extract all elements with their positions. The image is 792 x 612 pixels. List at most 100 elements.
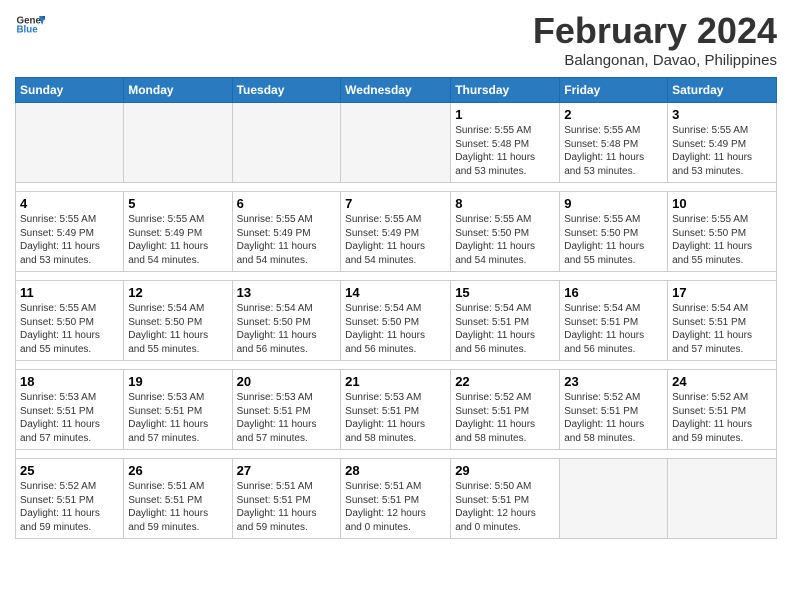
weekday-header-wednesday: Wednesday [341, 78, 451, 103]
day-info: Sunrise: 5:53 AMSunset: 5:51 PMDaylight:… [345, 391, 446, 445]
week-separator [16, 272, 777, 281]
calendar-cell: 3 Sunrise: 5:55 AMSunset: 5:49 PMDaylight… [668, 103, 777, 183]
day-info: Sunrise: 5:51 AMSunset: 5:51 PMDaylight:… [128, 480, 227, 534]
logo: General Blue [15, 10, 45, 40]
weekday-header-thursday: Thursday [451, 78, 560, 103]
day-info: Sunrise: 5:50 AMSunset: 5:51 PMDaylight:… [455, 480, 555, 534]
day-info: Sunrise: 5:55 AMSunset: 5:49 PMDaylight:… [128, 213, 227, 267]
calendar-cell [232, 103, 341, 183]
day-info: Sunrise: 5:51 AMSunset: 5:51 PMDaylight:… [237, 480, 337, 534]
day-info: Sunrise: 5:55 AMSunset: 5:49 PMDaylight:… [237, 213, 337, 267]
day-info: Sunrise: 5:55 AMSunset: 5:49 PMDaylight:… [20, 213, 119, 267]
day-number: 4 [20, 196, 119, 211]
day-number: 11 [20, 285, 119, 300]
calendar-cell: 19Sunrise: 5:53 AMSunset: 5:51 PMDayligh… [124, 370, 232, 450]
day-number: 13 [237, 285, 337, 300]
day-info: Sunrise: 5:54 AMSunset: 5:50 PMDaylight:… [128, 302, 227, 356]
day-number: 14 [345, 285, 446, 300]
month-title: February 2024 [533, 10, 777, 52]
day-number: 16 [564, 285, 663, 300]
page-header: General Blue February 2024 Balangonan, D… [15, 10, 777, 69]
calendar-cell: 23Sunrise: 5:52 AMSunset: 5:51 PMDayligh… [560, 370, 668, 450]
weekday-header-tuesday: Tuesday [232, 78, 341, 103]
day-info: Sunrise: 5:52 AMSunset: 5:51 PMDaylight:… [20, 480, 119, 534]
calendar-week-row: 18 Sunrise: 5:53 AMSunset: 5:51 PMDayligh… [16, 370, 777, 450]
day-info: Sunrise: 5:53 AMSunset: 5:51 PMDaylight:… [20, 391, 119, 445]
calendar-cell: 22 Sunrise: 5:52 AMSunset: 5:51 PMDayligh… [451, 370, 560, 450]
day-info: Sunrise: 5:55 AMSunset: 5:49 PMDaylight:… [345, 213, 446, 267]
day-info: Sunrise: 5:55 AMSunset: 5:48 PMDaylight:… [564, 124, 663, 178]
calendar-cell: 4 Sunrise: 5:55 AMSunset: 5:49 PMDaylight… [16, 192, 124, 272]
calendar-cell: 13 Sunrise: 5:54 AMSunset: 5:50 PMDayligh… [232, 281, 341, 361]
calendar-cell: 27 Sunrise: 5:51 AMSunset: 5:51 PMDayligh… [232, 459, 341, 539]
day-info: Sunrise: 5:55 AMSunset: 5:48 PMDaylight:… [455, 124, 555, 178]
day-info: Sunrise: 5:55 AMSunset: 5:50 PMDaylight:… [20, 302, 119, 356]
calendar-cell: 6 Sunrise: 5:55 AMSunset: 5:49 PMDaylight… [232, 192, 341, 272]
day-info: Sunrise: 5:52 AMSunset: 5:51 PMDaylight:… [455, 391, 555, 445]
calendar-cell: 26Sunrise: 5:51 AMSunset: 5:51 PMDayligh… [124, 459, 232, 539]
day-info: Sunrise: 5:54 AMSunset: 5:50 PMDaylight:… [345, 302, 446, 356]
day-number: 7 [345, 196, 446, 211]
calendar-week-row: 4 Sunrise: 5:55 AMSunset: 5:49 PMDaylight… [16, 192, 777, 272]
day-number: 20 [237, 374, 337, 389]
day-info: Sunrise: 5:55 AMSunset: 5:50 PMDaylight:… [564, 213, 663, 267]
day-number: 27 [237, 463, 337, 478]
calendar-cell: 29 Sunrise: 5:50 AMSunset: 5:51 PMDayligh… [451, 459, 560, 539]
day-number: 10 [672, 196, 772, 211]
calendar-cell: 24Sunrise: 5:52 AMSunset: 5:51 PMDayligh… [668, 370, 777, 450]
calendar-cell [560, 459, 668, 539]
day-info: Sunrise: 5:51 AMSunset: 5:51 PMDaylight:… [345, 480, 446, 534]
calendar-cell: 14 Sunrise: 5:54 AMSunset: 5:50 PMDayligh… [341, 281, 451, 361]
calendar-week-row: 25Sunrise: 5:52 AMSunset: 5:51 PMDayligh… [16, 459, 777, 539]
day-info: Sunrise: 5:54 AMSunset: 5:51 PMDaylight:… [455, 302, 555, 356]
calendar-cell: 9 Sunrise: 5:55 AMSunset: 5:50 PMDaylight… [560, 192, 668, 272]
calendar-cell: 11 Sunrise: 5:55 AMSunset: 5:50 PMDayligh… [16, 281, 124, 361]
day-number: 23 [564, 374, 663, 389]
calendar-cell [16, 103, 124, 183]
calendar-cell: 18 Sunrise: 5:53 AMSunset: 5:51 PMDayligh… [16, 370, 124, 450]
calendar-cell: 15 Sunrise: 5:54 AMSunset: 5:51 PMDayligh… [451, 281, 560, 361]
calendar-cell: 7 Sunrise: 5:55 AMSunset: 5:49 PMDaylight… [341, 192, 451, 272]
day-number: 5 [128, 196, 227, 211]
day-number: 9 [564, 196, 663, 211]
week-separator [16, 450, 777, 459]
calendar-cell: 8Sunrise: 5:55 AMSunset: 5:50 PMDaylight… [451, 192, 560, 272]
calendar-week-row: 11 Sunrise: 5:55 AMSunset: 5:50 PMDayligh… [16, 281, 777, 361]
weekday-header-saturday: Saturday [668, 78, 777, 103]
calendar-cell: 2 Sunrise: 5:55 AMSunset: 5:48 PMDaylight… [560, 103, 668, 183]
week-separator [16, 361, 777, 370]
calendar-cell: 28Sunrise: 5:51 AMSunset: 5:51 PMDayligh… [341, 459, 451, 539]
day-info: Sunrise: 5:55 AMSunset: 5:50 PMDaylight:… [455, 213, 555, 267]
calendar-cell: 1 Sunrise: 5:55 AMSunset: 5:48 PMDaylight… [451, 103, 560, 183]
day-number: 1 [455, 107, 555, 122]
day-number: 22 [455, 374, 555, 389]
day-number: 21 [345, 374, 446, 389]
day-number: 6 [237, 196, 337, 211]
day-number: 15 [455, 285, 555, 300]
day-number: 19 [128, 374, 227, 389]
day-info: Sunrise: 5:52 AMSunset: 5:51 PMDaylight:… [672, 391, 772, 445]
day-number: 29 [455, 463, 555, 478]
calendar-cell [124, 103, 232, 183]
weekday-header-sunday: Sunday [16, 78, 124, 103]
calendar-cell: 20 Sunrise: 5:53 AMSunset: 5:51 PMDayligh… [232, 370, 341, 450]
calendar-cell: 21 Sunrise: 5:53 AMSunset: 5:51 PMDayligh… [341, 370, 451, 450]
day-info: Sunrise: 5:55 AMSunset: 5:49 PMDaylight:… [672, 124, 772, 178]
day-info: Sunrise: 5:54 AMSunset: 5:50 PMDaylight:… [237, 302, 337, 356]
day-number: 17 [672, 285, 772, 300]
day-number: 3 [672, 107, 772, 122]
week-separator [16, 183, 777, 192]
day-number: 2 [564, 107, 663, 122]
day-info: Sunrise: 5:55 AMSunset: 5:50 PMDaylight:… [672, 213, 772, 267]
day-number: 12 [128, 285, 227, 300]
calendar-cell: 12 Sunrise: 5:54 AMSunset: 5:50 PMDayligh… [124, 281, 232, 361]
calendar-cell [341, 103, 451, 183]
calendar-cell: 5 Sunrise: 5:55 AMSunset: 5:49 PMDaylight… [124, 192, 232, 272]
svg-text:Blue: Blue [17, 25, 39, 36]
day-info: Sunrise: 5:54 AMSunset: 5:51 PMDaylight:… [564, 302, 663, 356]
day-info: Sunrise: 5:53 AMSunset: 5:51 PMDaylight:… [237, 391, 337, 445]
calendar-cell: 16 Sunrise: 5:54 AMSunset: 5:51 PMDayligh… [560, 281, 668, 361]
day-number: 18 [20, 374, 119, 389]
title-block: February 2024 Balangonan, Davao, Philipp… [533, 10, 777, 69]
logo-icon: General Blue [15, 10, 45, 40]
